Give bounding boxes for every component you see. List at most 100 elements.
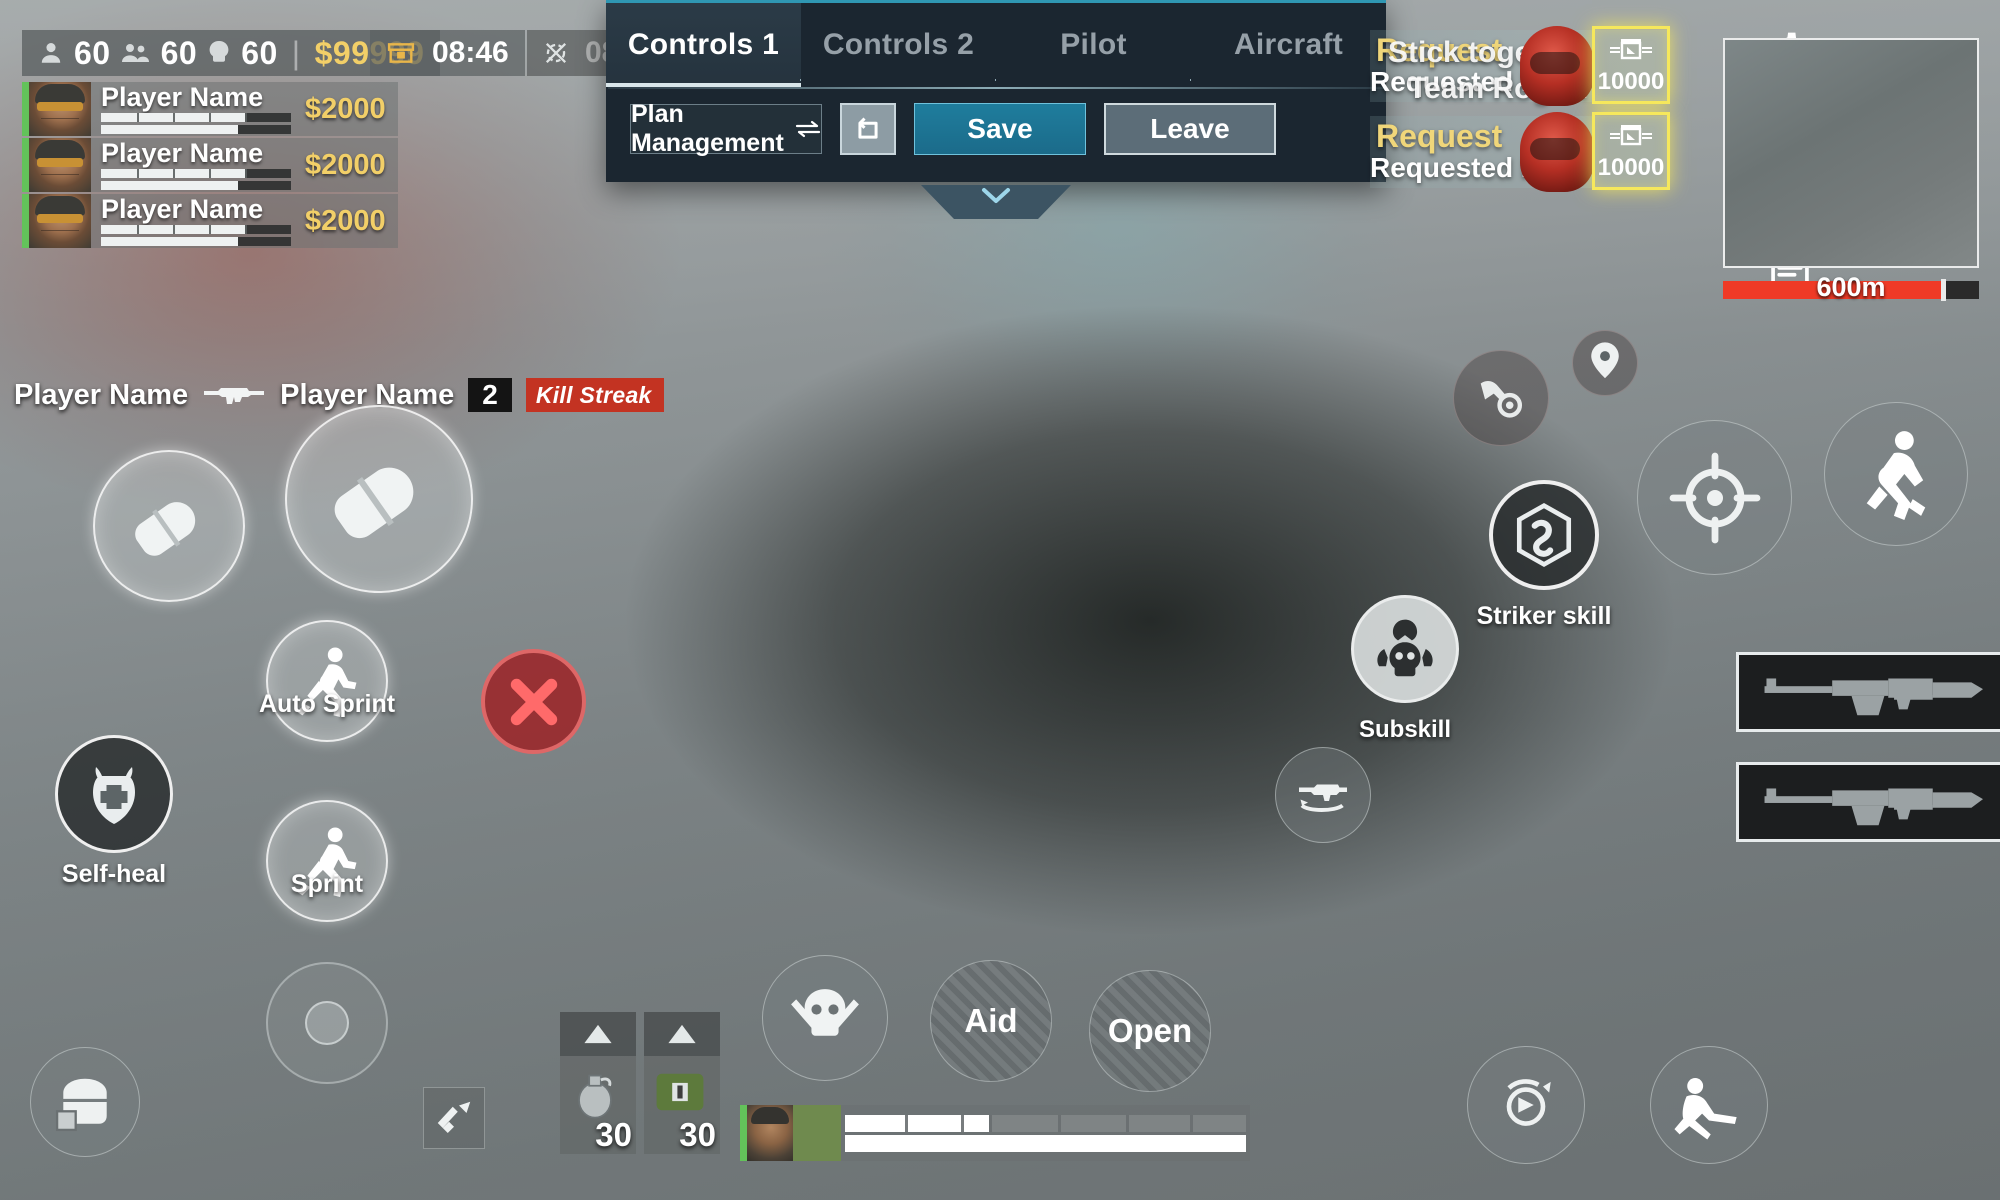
request-title: Request — [1376, 118, 1503, 154]
team-count: 60 — [160, 34, 198, 71]
no-drop-icon — [541, 38, 571, 68]
crate-icon — [386, 40, 416, 66]
avatar — [29, 194, 91, 248]
crouch-icon — [1671, 1070, 1747, 1140]
running-man-icon — [293, 645, 361, 717]
grenade-throw-icon — [1492, 1071, 1560, 1139]
consumable-slot[interactable]: 30 — [560, 1012, 636, 1154]
fire-button-small[interactable] — [93, 450, 245, 602]
undo-icon — [853, 114, 883, 144]
assault-rifle-icon — [1749, 663, 1985, 721]
chevron-down-icon — [979, 185, 1013, 207]
movement-joystick[interactable] — [266, 962, 388, 1084]
teammate-name: Player Name — [101, 194, 264, 224]
sprint-button[interactable]: Sprint — [266, 800, 388, 922]
player-armor-bar — [845, 1114, 1246, 1132]
teammate-status-accent — [22, 82, 29, 136]
teammate-list: Player Name $2000 Player Name $2000 Play… — [22, 82, 398, 250]
bullet-icon — [316, 436, 442, 562]
person-icon — [38, 40, 64, 66]
plan-management-button[interactable]: Plan Management — [630, 100, 822, 157]
kill-feed: Player Name Player Name 2 Kill Streak — [14, 378, 664, 412]
weapon-swap-button[interactable] — [1275, 747, 1371, 843]
self-heal-button[interactable]: Self-heal — [55, 735, 173, 888]
skull-crossed-knives-icon — [786, 979, 864, 1057]
modal-action-row: Plan Management Save Leave — [606, 89, 1386, 157]
teammate-armor-bar — [101, 225, 291, 234]
grenade-throw-button[interactable] — [1467, 1046, 1585, 1164]
reset-layout-button[interactable] — [840, 103, 896, 155]
striker-emblem-icon — [1510, 501, 1578, 569]
player-health-bar — [845, 1134, 1246, 1152]
map-marker-button[interactable] — [1572, 330, 1638, 396]
assault-rifle-icon — [202, 382, 266, 408]
modal-tab-bar: Controls 1 Controls 2 Pilot Aircraft — [606, 3, 1386, 87]
teammate-row[interactable]: Player Name $2000 — [22, 138, 398, 192]
group-icon — [121, 40, 151, 66]
timer-bar: 08:46 — [370, 30, 525, 76]
minimap-scale-label: 600m — [1816, 272, 1886, 302]
crosshair-button[interactable] — [1637, 420, 1792, 575]
plan-management-label: Plan Management — [631, 100, 784, 157]
supply-crate-icon — [1608, 119, 1654, 153]
weapon-slot-primary[interactable] — [1736, 652, 2000, 732]
tab-aircraft[interactable]: Aircraft — [1191, 3, 1386, 87]
crouch-button[interactable] — [1650, 1046, 1768, 1164]
teammate-cash: $2000 — [305, 148, 386, 181]
kill-streak-badge: Kill Streak — [525, 378, 664, 412]
teammate-status-accent — [22, 194, 29, 248]
request-row[interactable]: Request Requested Item Stick together Te… — [1370, 26, 1670, 106]
biohazard-skull-icon — [1367, 611, 1443, 687]
avatar — [29, 82, 91, 136]
teammate-armor-bar — [101, 113, 291, 122]
avatar — [1520, 26, 1594, 106]
crosshair-icon — [1667, 450, 1763, 546]
teammate-row[interactable]: Player Name $2000 — [22, 194, 398, 248]
tab-controls-1[interactable]: Controls 1 — [606, 3, 801, 87]
backpack-button[interactable] — [30, 1047, 140, 1157]
fire-button-large[interactable] — [285, 405, 473, 593]
swap-arrows-icon — [795, 120, 821, 138]
tab-pilot[interactable]: Pilot — [996, 3, 1191, 87]
armor-indicator — [793, 1105, 841, 1161]
kill-skill-button[interactable] — [762, 955, 888, 1081]
striker-skill-button[interactable]: Striker skill — [1477, 480, 1611, 630]
melee-button[interactable] — [423, 1087, 485, 1149]
requested-item-slot[interactable]: 10000 — [1592, 26, 1670, 104]
requested-item-quantity: 10000 — [1597, 68, 1665, 95]
open-label: Open — [1107, 1012, 1193, 1049]
save-button[interactable]: Save — [914, 103, 1086, 155]
teammate-status-accent — [22, 138, 29, 192]
grenade-icon — [568, 1064, 622, 1122]
tab-controls-2[interactable]: Controls 2 — [801, 3, 996, 87]
request-row[interactable]: Request Requested Item 10000 — [1370, 112, 1670, 192]
jump-button[interactable] — [1824, 402, 1968, 546]
joystick-thumb[interactable] — [305, 1001, 349, 1045]
open-button[interactable]: Open — [1089, 970, 1211, 1092]
aid-button[interactable]: Aid — [930, 960, 1052, 1082]
avatar — [747, 1105, 793, 1161]
cancel-x-icon — [505, 673, 563, 731]
leave-button[interactable]: Leave — [1104, 103, 1276, 155]
auto-sprint-button[interactable]: Auto Sprint — [259, 620, 395, 742]
requested-item-slot[interactable]: 10000 — [1592, 112, 1670, 190]
triangle-up-icon[interactable] — [644, 1012, 720, 1056]
teammate-row[interactable]: Player Name $2000 — [22, 82, 398, 136]
killfeed-killer: Player Name — [14, 378, 189, 411]
cancel-button[interactable] — [481, 649, 586, 754]
pickup-button[interactable] — [1453, 350, 1549, 446]
killfeed-count: 2 — [468, 378, 512, 412]
consumable-slot[interactable]: 30 — [644, 1012, 720, 1154]
triangle-up-icon[interactable] — [560, 1012, 636, 1056]
consumable-slots: 30 30 — [560, 1012, 720, 1154]
minimap[interactable] — [1723, 38, 1979, 268]
avatar — [1520, 112, 1594, 192]
weapon-slot-secondary[interactable] — [1736, 762, 2000, 842]
teammate-cash: $2000 — [305, 204, 386, 237]
consumable-count: 30 — [595, 1116, 632, 1153]
knife-icon — [434, 1098, 474, 1138]
player-status-accent — [740, 1105, 747, 1161]
subskill-button[interactable]: Subskill — [1351, 595, 1459, 743]
avatar — [29, 138, 91, 192]
stats-separator: | — [291, 34, 301, 71]
